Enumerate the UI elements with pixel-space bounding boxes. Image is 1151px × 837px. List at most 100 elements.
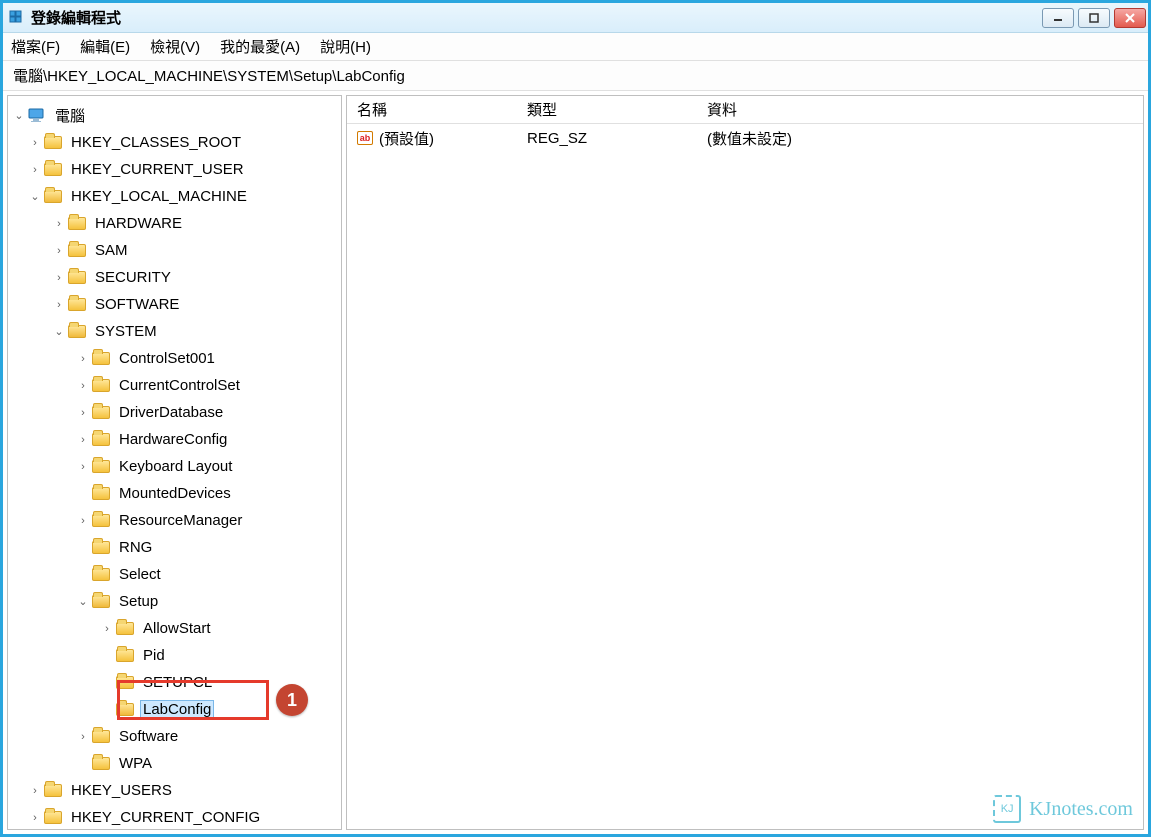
window-title: 登錄編輯程式 <box>31 7 1042 28</box>
tree-root-label: 電腦 <box>52 104 88 127</box>
chevron-right-icon[interactable]: › <box>76 433 90 447</box>
tree-hkcc[interactable]: ›HKEY_CURRENT_CONFIG <box>8 804 341 830</box>
chevron-right-icon[interactable]: › <box>52 271 66 285</box>
tree-setup[interactable]: ⌄Setup ›AllowStart ·Pid ·SETUPCL ·LabCon… <box>8 588 341 723</box>
tree-item-label: HKEY_CURRENT_USER <box>68 160 247 179</box>
tree-currentcontrolset[interactable]: › CurrentControlSet <box>8 372 341 399</box>
tree-item-label: SETUPCL <box>140 673 215 692</box>
chevron-right-icon[interactable]: › <box>28 784 42 798</box>
tree-item-label: SOFTWARE <box>92 295 182 314</box>
tree-software-sys[interactable]: › Software <box>8 723 341 750</box>
tree-pid[interactable]: ·Pid <box>8 642 341 669</box>
computer-icon <box>28 108 46 123</box>
chevron-right-icon[interactable]: › <box>28 811 42 825</box>
tree-software-hklm[interactable]: › SOFTWARE <box>8 291 341 318</box>
tree-item-label: HARDWARE <box>92 214 185 233</box>
chevron-right-icon[interactable]: › <box>76 379 90 393</box>
menubar: 檔案(F) 編輯(E) 檢視(V) 我的最愛(A) 說明(H) <box>3 33 1148 61</box>
watermark-icon: KJ <box>993 795 1021 823</box>
tree-labconfig[interactable]: ·LabConfig <box>8 696 341 723</box>
chevron-right-icon[interactable]: › <box>76 460 90 474</box>
tree-hku[interactable]: › HKEY_USERS <box>8 777 341 804</box>
minimize-icon <box>1053 13 1063 23</box>
tree-mounteddevices[interactable]: ·MountedDevices <box>8 480 341 507</box>
tree-system[interactable]: ⌄ SYSTEM ›ControlSet001 › CurrentControlSe… <box>8 318 341 777</box>
tree-item-label: ResourceManager <box>116 511 245 530</box>
menu-view[interactable]: 檢視(V) <box>150 36 200 57</box>
tree-security[interactable]: ›SECURITY <box>8 264 341 291</box>
folder-icon <box>116 648 134 663</box>
chevron-right-icon[interactable]: › <box>52 244 66 258</box>
content-area: ⌄ 電腦 ›HKEY_CLASSES_ROOT › HKEY_CURRENT_US… <box>3 91 1148 834</box>
chevron-down-icon[interactable]: ⌄ <box>52 325 66 339</box>
folder-open-icon <box>44 189 62 204</box>
tree-hkcr[interactable]: ›HKEY_CLASSES_ROOT <box>8 129 341 156</box>
tree-root[interactable]: ⌄ 電腦 ›HKEY_CLASSES_ROOT › HKEY_CURRENT_US… <box>8 102 341 830</box>
tree-wpa[interactable]: ·WPA <box>8 750 341 777</box>
tree-item-label: MountedDevices <box>116 484 234 503</box>
chevron-down-icon[interactable]: ⌄ <box>28 190 42 204</box>
tree-item-label: Software <box>116 727 181 746</box>
column-data[interactable]: 資料 <box>697 99 1143 120</box>
menu-file[interactable]: 檔案(F) <box>11 36 60 57</box>
folder-open-icon <box>116 702 134 717</box>
chevron-right-icon[interactable]: › <box>100 622 114 636</box>
chevron-right-icon[interactable]: › <box>76 730 90 744</box>
tree-hklm[interactable]: ⌄ HKEY_LOCAL_MACHINE › HARDWARE › SAM ›SECU… <box>8 183 341 777</box>
value-name: (預設值) <box>379 128 434 149</box>
folder-icon <box>92 459 110 474</box>
watermark: KJ KJnotes.com <box>993 795 1133 823</box>
tree-item-label: RNG <box>116 538 155 557</box>
tree-rng[interactable]: ·RNG <box>8 534 341 561</box>
minimize-button[interactable] <box>1042 8 1074 28</box>
maximize-button[interactable] <box>1078 8 1110 28</box>
tree-item-label: CurrentControlSet <box>116 376 243 395</box>
tree-item-label: SYSTEM <box>92 322 160 341</box>
menu-favorites[interactable]: 我的最愛(A) <box>220 36 300 57</box>
tree-sam[interactable]: › SAM <box>8 237 341 264</box>
tree-pane[interactable]: ⌄ 電腦 ›HKEY_CLASSES_ROOT › HKEY_CURRENT_US… <box>7 95 342 830</box>
tree-select[interactable]: ·Select <box>8 561 341 588</box>
tree-setupcl[interactable]: ·SETUPCL <box>8 669 341 696</box>
chevron-down-icon[interactable]: ⌄ <box>76 595 90 609</box>
tree-item-label: WPA <box>116 754 155 773</box>
values-pane[interactable]: 名稱 類型 資料 ab (預設值) REG_SZ (數值未設定) KJ KJno… <box>346 95 1144 830</box>
folder-icon <box>68 270 86 285</box>
tree-resourcemanager[interactable]: › ResourceManager <box>8 507 341 534</box>
value-row[interactable]: ab (預設值) REG_SZ (數值未設定) <box>347 124 1143 152</box>
tree-allowstart[interactable]: ›AllowStart <box>8 615 341 642</box>
folder-open-icon <box>68 324 86 339</box>
folder-icon <box>92 432 110 447</box>
value-data: (數值未設定) <box>697 128 1143 149</box>
column-name[interactable]: 名稱 <box>347 99 517 120</box>
chevron-right-icon[interactable]: › <box>76 514 90 528</box>
menu-edit[interactable]: 編輯(E) <box>80 36 130 57</box>
chevron-right-icon[interactable]: › <box>76 406 90 420</box>
chevron-right-icon[interactable]: › <box>28 136 42 150</box>
folder-icon <box>92 513 110 528</box>
tree-hardwareconfig[interactable]: ›HardwareConfig <box>8 426 341 453</box>
folder-icon <box>92 756 110 771</box>
close-button[interactable] <box>1114 8 1146 28</box>
chevron-right-icon[interactable]: › <box>76 352 90 366</box>
tree-driverdatabase[interactable]: ›DriverDatabase <box>8 399 341 426</box>
tree-keyboardlayout[interactable]: ›Keyboard Layout <box>8 453 341 480</box>
folder-icon <box>92 351 110 366</box>
menu-help[interactable]: 說明(H) <box>320 36 371 57</box>
chevron-right-icon[interactable]: › <box>28 163 42 177</box>
tree-item-label: SAM <box>92 241 131 260</box>
column-type[interactable]: 類型 <box>517 99 697 120</box>
address-bar[interactable]: 電腦\HKEY_LOCAL_MACHINE\SYSTEM\Setup\LabCo… <box>3 61 1148 91</box>
tree-item-label: HKEY_LOCAL_MACHINE <box>68 187 250 206</box>
close-icon <box>1125 13 1135 23</box>
folder-icon <box>92 729 110 744</box>
tree-controlset001[interactable]: ›ControlSet001 <box>8 345 341 372</box>
titlebar: 登錄編輯程式 <box>3 3 1148 33</box>
chevron-right-icon[interactable]: › <box>52 298 66 312</box>
tree-hkcu[interactable]: › HKEY_CURRENT_USER <box>8 156 341 183</box>
tree-hardware[interactable]: › HARDWARE <box>8 210 341 237</box>
chevron-right-icon[interactable]: › <box>52 217 66 231</box>
tree-item-label: HKEY_USERS <box>68 781 175 800</box>
folder-icon <box>68 216 86 231</box>
chevron-down-icon[interactable]: ⌄ <box>12 109 26 123</box>
